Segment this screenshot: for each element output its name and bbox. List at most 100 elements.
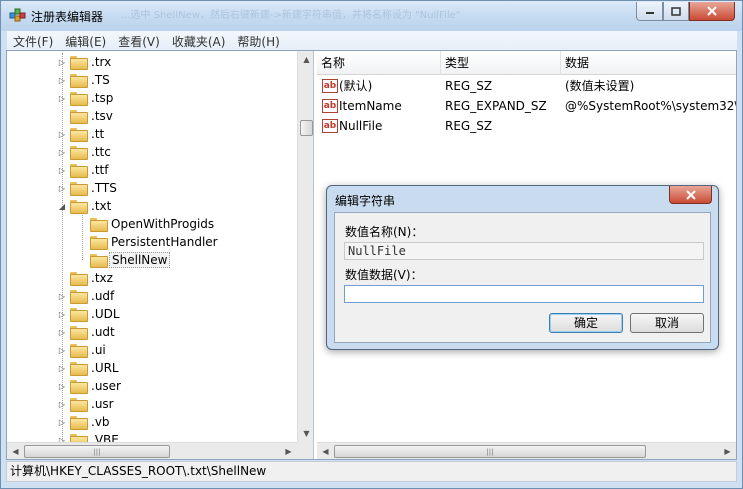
value-data-input[interactable] bbox=[344, 285, 704, 303]
tree-item[interactable]: ▷ .ttf bbox=[57, 161, 110, 179]
expand-arrow-icon[interactable]: ▷ bbox=[57, 395, 67, 413]
tree-connector bbox=[77, 215, 87, 233]
expand-arrow-icon[interactable]: ▷ bbox=[57, 53, 67, 71]
close-button[interactable] bbox=[689, 2, 735, 21]
folder-icon bbox=[70, 344, 88, 358]
folder-icon bbox=[70, 272, 88, 286]
tree-hscroll-thumb[interactable]: ||| bbox=[24, 445, 170, 458]
expand-arrow-icon[interactable]: ▷ bbox=[57, 305, 67, 323]
tree-item[interactable]: .txz bbox=[57, 269, 115, 287]
tree-item[interactable]: ▷ .usr bbox=[57, 395, 116, 413]
tree-connector bbox=[57, 107, 67, 125]
menu-favorites[interactable]: 收藏夹(A) bbox=[166, 33, 232, 50]
list-header: 名称 类型 数据 bbox=[317, 51, 736, 75]
tree-item[interactable]: .tsv bbox=[57, 107, 115, 125]
column-name[interactable]: 名称 bbox=[317, 51, 441, 75]
tree-item-label: .tsv bbox=[91, 109, 113, 123]
minimize-button[interactable] bbox=[636, 2, 663, 21]
scroll-up-icon[interactable]: ▲ bbox=[298, 51, 313, 68]
tree-item[interactable]: ▷ .ttc bbox=[57, 143, 113, 161]
tree-item-label: .URL bbox=[91, 361, 119, 375]
list-hscroll-thumb[interactable]: ||| bbox=[334, 445, 646, 458]
ok-button[interactable]: 确定 bbox=[549, 313, 623, 333]
edit-string-dialog: 编辑字符串 数值名称(N)： NullFile 数值数据(V)： 确定 取消 bbox=[326, 185, 719, 350]
scroll-left-icon[interactable]: ◀ bbox=[7, 443, 24, 459]
tree-item[interactable]: ShellNew bbox=[77, 251, 171, 269]
menu-view[interactable]: 查看(V) bbox=[112, 33, 166, 50]
tree-item[interactable]: ▷ .udf bbox=[57, 287, 116, 305]
value-name: ItemName bbox=[339, 99, 402, 113]
expand-arrow-icon[interactable]: ▷ bbox=[57, 125, 67, 143]
column-data[interactable]: 数据 bbox=[561, 51, 736, 75]
list-scroll-left-icon[interactable]: ◀ bbox=[317, 443, 334, 459]
tree-connector bbox=[77, 233, 87, 251]
tree-item[interactable]: ▷ .UDL bbox=[57, 305, 122, 323]
value-row[interactable]: ab NullFile REG_SZ bbox=[317, 116, 736, 136]
expand-arrow-icon[interactable]: ▷ bbox=[57, 413, 67, 431]
tree-horizontal-scrollbar[interactable]: ◀ ||| ▶ bbox=[7, 442, 297, 459]
folder-icon bbox=[70, 110, 88, 124]
folder-icon bbox=[70, 74, 88, 88]
tree-item[interactable]: ▷ .user bbox=[57, 377, 123, 395]
folder-icon bbox=[70, 164, 88, 178]
expand-arrow-icon[interactable]: ▷ bbox=[57, 377, 67, 395]
tree-vertical-scrollbar[interactable]: ▲ ▼ bbox=[297, 51, 313, 442]
folder-icon bbox=[90, 236, 108, 250]
value-name: (默认) bbox=[339, 79, 373, 93]
string-value-icon: ab bbox=[322, 119, 338, 133]
expand-arrow-icon[interactable]: ▷ bbox=[57, 71, 67, 89]
expand-arrow-icon[interactable]: ▷ bbox=[57, 89, 67, 107]
tree-item[interactable]: ▷ .ui bbox=[57, 341, 108, 359]
tree-item-label: .tsp bbox=[91, 91, 114, 105]
tree-item[interactable]: ◢ .txt bbox=[57, 197, 113, 215]
minimize-icon bbox=[645, 12, 654, 14]
value-row[interactable]: ab (默认) REG_SZ (数值未设置) bbox=[317, 76, 736, 96]
folder-icon bbox=[70, 398, 88, 412]
maximize-button[interactable] bbox=[663, 2, 689, 21]
menu-help[interactable]: 帮助(H) bbox=[231, 33, 285, 50]
menu-file[interactable]: 文件(F) bbox=[7, 33, 59, 50]
tree-item-label: .txt bbox=[91, 199, 112, 213]
value-name-field: NullFile bbox=[344, 242, 704, 260]
expand-arrow-icon[interactable]: ▷ bbox=[57, 143, 67, 161]
list-horizontal-scrollbar[interactable]: ◀ ||| ▶ bbox=[317, 442, 736, 459]
tree-item[interactable]: PersistentHandler bbox=[77, 233, 220, 251]
tree-item[interactable]: ▷ .TS bbox=[57, 71, 112, 89]
value-type: REG_SZ bbox=[445, 79, 493, 93]
collapse-arrow-icon[interactable]: ◢ bbox=[57, 197, 67, 215]
tree-item[interactable]: ▷ .tsp bbox=[57, 89, 115, 107]
folder-icon bbox=[70, 326, 88, 340]
value-name-label: 数值名称(N)： bbox=[345, 225, 424, 239]
expand-arrow-icon[interactable]: ▷ bbox=[57, 287, 67, 305]
scroll-right-icon[interactable]: ▶ bbox=[280, 443, 297, 459]
list-scroll-right-icon[interactable]: ▶ bbox=[719, 443, 736, 459]
tree-item-label: .tt bbox=[91, 127, 105, 141]
tree-item[interactable]: ▷ .udt bbox=[57, 323, 117, 341]
tree-item[interactable]: OpenWithProgids bbox=[77, 215, 216, 233]
expand-arrow-icon[interactable]: ▷ bbox=[57, 179, 67, 197]
expand-arrow-icon[interactable]: ▷ bbox=[57, 341, 67, 359]
folder-icon bbox=[70, 146, 88, 160]
tree-item[interactable]: ▷ .TTS bbox=[57, 179, 119, 197]
tree-item[interactable]: ▷ .trx bbox=[57, 53, 113, 71]
tree-vscroll-thumb[interactable] bbox=[300, 120, 313, 136]
dialog-close-button[interactable] bbox=[669, 186, 712, 204]
expand-arrow-icon[interactable]: ▷ bbox=[57, 359, 67, 377]
value-row[interactable]: ab ItemName REG_EXPAND_SZ @%SystemRoot%\sys… bbox=[317, 96, 736, 116]
menu-edit[interactable]: 编辑(E) bbox=[59, 33, 112, 50]
cancel-button[interactable]: 取消 bbox=[630, 313, 704, 333]
tree-item[interactable]: ▷ .vb bbox=[57, 413, 112, 431]
tree-connector bbox=[57, 269, 67, 287]
status-bar: 计算机\HKEY_CLASSES_ROOT\.txt\ShellNew bbox=[6, 461, 737, 482]
tree-item-label: .vb bbox=[91, 415, 110, 429]
folder-icon bbox=[70, 290, 88, 304]
value-data: (数值未设置) bbox=[565, 79, 635, 93]
tree-item[interactable]: ▷ .tt bbox=[57, 125, 106, 143]
scroll-down-icon[interactable]: ▼ bbox=[298, 425, 313, 442]
expand-arrow-icon[interactable]: ▷ bbox=[57, 323, 67, 341]
title-bar[interactable]: 注册表编辑器 ...选中 ShellNew，然后右键新建->新建字符串值，并将名… bbox=[1, 1, 742, 31]
expand-arrow-icon[interactable]: ▷ bbox=[57, 161, 67, 179]
folder-icon bbox=[70, 92, 88, 106]
tree-item[interactable]: ▷ .URL bbox=[57, 359, 121, 377]
column-type[interactable]: 类型 bbox=[441, 51, 561, 75]
